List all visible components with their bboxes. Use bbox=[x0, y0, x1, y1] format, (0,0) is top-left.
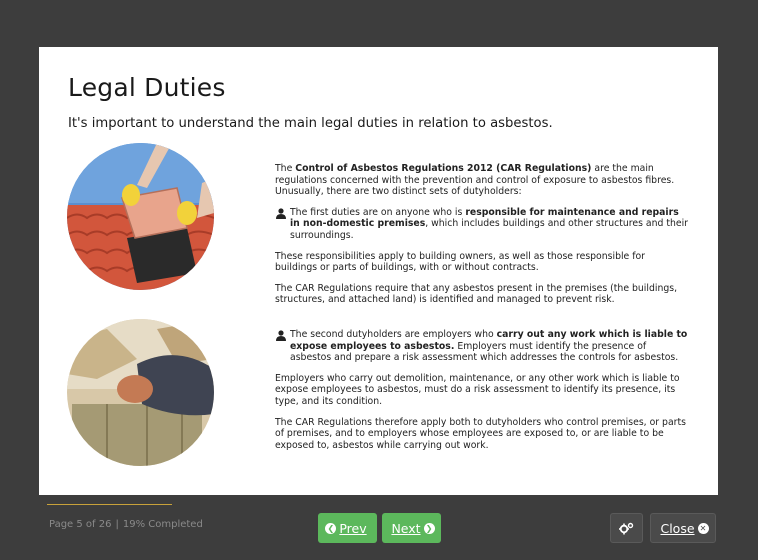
x-circle-icon: ✕ bbox=[697, 522, 709, 534]
prev-button[interactable]: ❮ Prev bbox=[318, 513, 377, 543]
dutyholder-bullet-1: The first duties are on anyone who is re… bbox=[275, 207, 689, 242]
demolition-work-photo bbox=[67, 319, 214, 466]
intro-paragraph: The Control of Asbestos Regulations 2012… bbox=[275, 163, 675, 198]
content-text: The Control of Asbestos Regulations 2012… bbox=[275, 163, 689, 460]
car-apply-paragraph: The CAR Regulations therefore apply both… bbox=[275, 416, 686, 451]
dutyholder-bullet-2: The second dutyholders are employers who… bbox=[275, 329, 689, 364]
slide-panel: Legal Duties It's important to understan… bbox=[39, 47, 718, 495]
employers-paragraph: Employers who carry out demolition, main… bbox=[275, 372, 680, 407]
gears-icon bbox=[619, 522, 634, 534]
progress-bar bbox=[47, 504, 172, 505]
page-title: Legal Duties bbox=[68, 73, 226, 102]
chevron-left-circle-icon: ❮ bbox=[325, 522, 337, 534]
footer-status: Page 5 of 26 | 19% Completed bbox=[49, 519, 203, 530]
settings-button[interactable] bbox=[610, 513, 643, 543]
completion-indicator: 19% Completed bbox=[122, 519, 203, 530]
car-requirements-paragraph: The CAR Regulations require that any asb… bbox=[275, 282, 678, 306]
person-icon bbox=[276, 208, 286, 219]
close-button[interactable]: Close ✕ bbox=[650, 513, 716, 543]
roof-tiles-photo bbox=[67, 143, 214, 290]
person-icon bbox=[276, 330, 286, 341]
next-button[interactable]: Next ❯ bbox=[382, 513, 441, 543]
chevron-right-circle-icon: ❯ bbox=[423, 522, 435, 534]
responsibilities-paragraph: These responsibilities apply to building… bbox=[275, 250, 646, 274]
page-subtitle: It's important to understand the main le… bbox=[68, 116, 553, 131]
page-indicator: Page 5 of 26 bbox=[49, 519, 112, 530]
